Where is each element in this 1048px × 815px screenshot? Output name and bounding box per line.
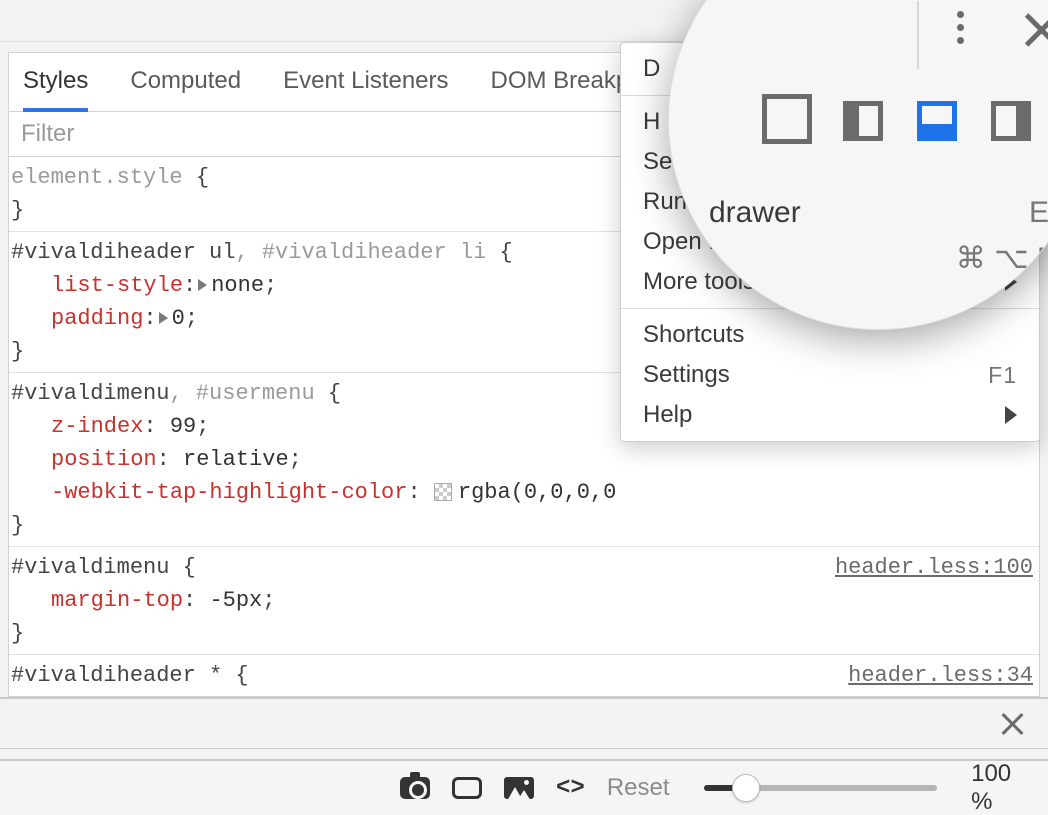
dock-left-icon[interactable]: [843, 101, 883, 141]
selector-dim: #vivaldiheader li: [262, 240, 486, 265]
tab-event-listeners[interactable]: Event Listeners: [283, 67, 448, 103]
selector: #vivaldiheader ul: [11, 240, 235, 265]
css-value[interactable]: 99: [170, 414, 196, 439]
menu-item-drawer[interactable]: drawer Esc: [709, 196, 801, 230]
kebab-menu-icon[interactable]: [957, 11, 964, 44]
selector: #vivaldimenu: [11, 555, 169, 580]
zoom-percent: 100 %: [971, 760, 1030, 815]
expand-icon[interactable]: [198, 279, 207, 291]
rule-vivaldiheader-star[interactable]: header.less:34 #vivaldiheader * { box-si…: [9, 655, 1039, 697]
shortcut-text: ⌘ ⌥ P: [956, 241, 1048, 276]
source-link[interactable]: header.less:100: [835, 551, 1033, 584]
color-swatch-icon[interactable]: [434, 483, 452, 501]
dock-bottom-icon[interactable]: [917, 101, 957, 141]
css-value[interactable]: 0: [172, 306, 185, 331]
css-property[interactable]: list-style: [51, 273, 183, 298]
rounded-rect-icon[interactable]: [452, 775, 482, 801]
close-icon[interactable]: [998, 710, 1026, 738]
selector-dim: #usermenu: [196, 381, 315, 406]
css-value[interactable]: none: [211, 273, 264, 298]
selector: element.style: [11, 165, 183, 190]
shortcut-text: F1: [988, 362, 1017, 389]
css-property[interactable]: -webkit-tap-highlight-color: [51, 480, 407, 505]
bottom-toolbar: <> Reset 100 %: [0, 759, 1048, 815]
menu-item-help[interactable]: Help: [621, 395, 1039, 435]
tab-styles[interactable]: Styles: [23, 67, 88, 112]
css-value[interactable]: rgba(0,0,0,0: [458, 480, 616, 505]
reset-button[interactable]: Reset: [607, 774, 670, 802]
css-property[interactable]: z-index: [51, 414, 143, 439]
dock-right-icon[interactable]: [991, 101, 1031, 141]
drawer-bar: [0, 697, 1048, 749]
source-link[interactable]: header.less:34: [848, 659, 1033, 692]
dock-side-row: [769, 101, 1031, 141]
magnifier-overlay: drawer Esc ⌘ ⌥ P: [668, 0, 1048, 330]
tab-computed[interactable]: Computed: [130, 67, 241, 103]
css-property[interactable]: margin-top: [51, 588, 183, 613]
code-icon[interactable]: <>: [556, 775, 585, 802]
rule-vivaldimenu[interactable]: header.less:100 #vivaldimenu { margin-to…: [9, 547, 1039, 655]
selector: #vivaldiheader *: [11, 663, 222, 688]
selector: #vivaldimenu: [11, 381, 169, 406]
image-icon[interactable]: [504, 775, 534, 801]
menu-item-settings[interactable]: Settings F1: [621, 355, 1039, 395]
shortcut-text: Esc: [1029, 196, 1048, 230]
zoom-slider[interactable]: [704, 785, 938, 791]
expand-icon[interactable]: [159, 312, 168, 324]
css-value[interactable]: relative: [183, 447, 289, 472]
css-property[interactable]: padding: [51, 306, 143, 331]
tab-dom-breakpoints[interactable]: DOM Breakp: [491, 67, 630, 103]
close-icon[interactable]: [1021, 9, 1048, 49]
chevron-right-icon: [1005, 406, 1017, 424]
css-value[interactable]: -5px: [209, 588, 262, 613]
camera-icon[interactable]: [400, 775, 430, 801]
css-property[interactable]: position: [51, 447, 157, 472]
slider-knob-icon[interactable]: [732, 774, 760, 802]
dock-undock-icon[interactable]: [769, 101, 809, 141]
